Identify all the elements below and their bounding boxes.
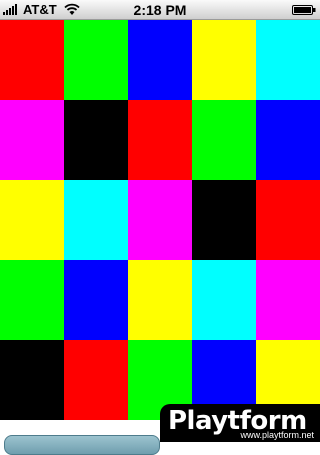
status-time: 2:18 PM bbox=[133, 2, 187, 18]
tile-blue[interactable] bbox=[128, 20, 192, 100]
playtform-watermark: Playtform www.playtform.net bbox=[160, 404, 320, 442]
tile-magenta[interactable] bbox=[0, 100, 64, 180]
bottom-button[interactable] bbox=[4, 435, 160, 455]
tile-yellow[interactable] bbox=[0, 180, 64, 260]
status-bar: AT&T 2:18 PM bbox=[0, 0, 320, 20]
battery-icon bbox=[292, 5, 316, 15]
tile-green[interactable] bbox=[192, 100, 256, 180]
watermark-url: www.playtform.net bbox=[240, 430, 314, 440]
tile-blue[interactable] bbox=[256, 100, 320, 180]
tile-yellow[interactable] bbox=[128, 260, 192, 340]
tile-red[interactable] bbox=[256, 180, 320, 260]
color-tile-board bbox=[0, 20, 320, 420]
tile-red[interactable] bbox=[0, 20, 64, 100]
tile-red[interactable] bbox=[128, 100, 192, 180]
tile-magenta[interactable] bbox=[128, 180, 192, 260]
tile-blue[interactable] bbox=[64, 260, 128, 340]
tile-green[interactable] bbox=[64, 20, 128, 100]
tile-cyan[interactable] bbox=[192, 260, 256, 340]
tile-green[interactable] bbox=[0, 260, 64, 340]
tile-cyan[interactable] bbox=[64, 180, 128, 260]
tile-black[interactable] bbox=[64, 100, 128, 180]
tile-black[interactable] bbox=[192, 180, 256, 260]
tile-cyan[interactable] bbox=[256, 20, 320, 100]
tile-magenta[interactable] bbox=[256, 260, 320, 340]
tile-red[interactable] bbox=[64, 340, 128, 420]
tile-yellow[interactable] bbox=[192, 20, 256, 100]
tile-black[interactable] bbox=[0, 340, 64, 420]
